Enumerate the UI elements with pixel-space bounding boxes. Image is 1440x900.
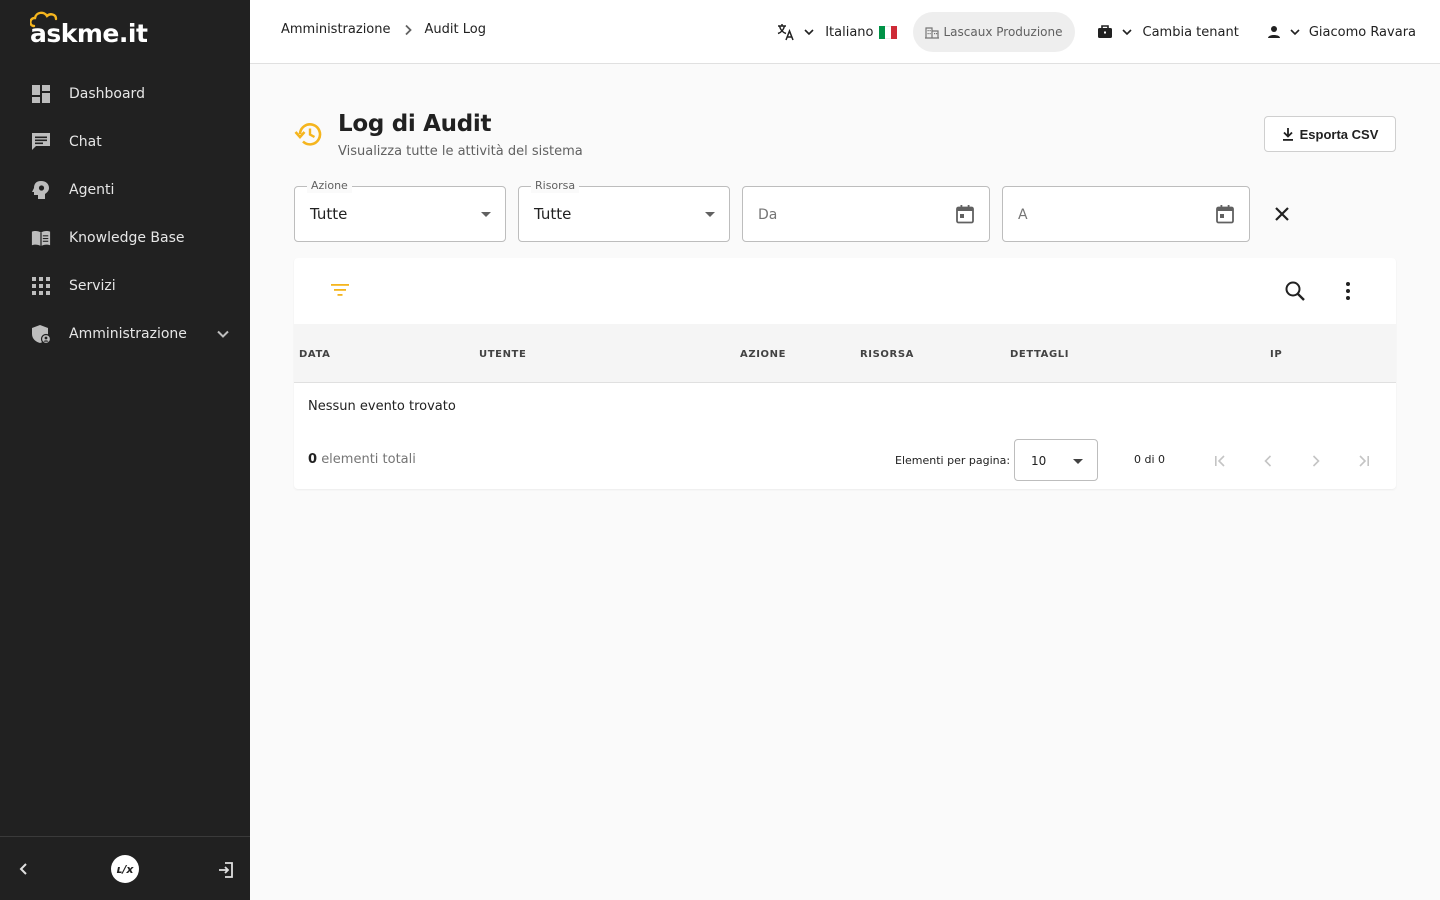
breadcrumb: Amministrazione Audit Log [281, 22, 486, 37]
sidebar-item-dashboard[interactable]: Dashboard [0, 70, 250, 118]
action-select-value: Tutte [310, 205, 348, 223]
sidebar-item-label: Servizi [69, 278, 116, 294]
translate-icon [777, 23, 795, 41]
chevron-down-icon[interactable] [216, 326, 230, 345]
italy-flag-icon [878, 25, 897, 39]
topbar-actions: Italiano Lascaux Produzione Cambia tenan… [777, 12, 1416, 52]
chevron-right-icon [403, 24, 413, 36]
sidebar-item-label: Chat [69, 134, 102, 150]
table-header: DATA UTENTE AZIONE RISORSA DETTAGLI IP [294, 324, 1396, 383]
dropdown-arrow-icon [705, 212, 715, 217]
collapse-sidebar-icon[interactable] [16, 861, 32, 881]
page-range: 0 di 0 [1134, 453, 1166, 466]
page-subtitle: Visualizza tutte le attività del sistema [338, 144, 583, 159]
resource-select[interactable]: Risorsa Tutte [518, 179, 730, 242]
last-page-icon[interactable] [1352, 449, 1376, 473]
dropdown-arrow-icon [481, 212, 491, 217]
sidebar: askme.it Dashboard Chat Agenti Knowledge… [0, 0, 250, 900]
items-per-page-select[interactable]: 10 [1014, 439, 1098, 481]
agent-icon [31, 180, 51, 200]
more-vertical-icon[interactable] [1338, 280, 1358, 306]
sidebar-item-label: Amministrazione [69, 326, 187, 342]
date-to-input[interactable]: A [1002, 186, 1250, 242]
dropdown-arrow-icon [1073, 459, 1083, 464]
calendar-icon[interactable] [955, 204, 975, 228]
page-header: Log di Audit Visualizza tutte le attivit… [294, 108, 1396, 168]
sidebar-item-knowledge-base[interactable]: Knowledge Base [0, 214, 250, 262]
chevron-down-icon [1121, 26, 1133, 38]
column-header-utente[interactable]: UTENTE [479, 349, 526, 360]
sidebar-footer: ʟ/x [0, 836, 250, 900]
audit-table-card: DATA UTENTE AZIONE RISORSA DETTAGLI IP N… [294, 258, 1396, 489]
person-icon [1267, 25, 1281, 39]
sidebar-nav: Dashboard Chat Agenti Knowledge Base Ser… [0, 70, 250, 358]
items-per-page-label: Elementi per pagina: [895, 454, 1011, 467]
sidebar-item-agenti[interactable]: Agenti [0, 166, 250, 214]
apps-grid-icon [31, 276, 51, 296]
action-select[interactable]: Azione Tutte [294, 179, 506, 242]
top-bar: Amministrazione Audit Log Italiano Lasca… [250, 0, 1440, 64]
sidebar-item-label: Dashboard [69, 86, 145, 102]
items-per-page-value: 10 [1031, 454, 1047, 468]
logout-icon[interactable] [217, 861, 235, 883]
download-icon [1282, 127, 1294, 141]
clear-filters-icon[interactable] [1270, 202, 1294, 226]
action-select-label: Azione [307, 179, 352, 193]
table-toolbar [294, 258, 1396, 324]
date-from-placeholder: Da [758, 207, 778, 223]
total-count: 0 elementi totali [308, 452, 416, 467]
export-csv-label: Esporta CSV [1299, 126, 1379, 142]
switch-tenant-label: Cambia tenant [1142, 24, 1239, 40]
breadcrumb-item-audit-log: Audit Log [424, 22, 486, 37]
total-count-label: elementi totali [321, 452, 416, 467]
next-page-icon[interactable] [1304, 449, 1328, 473]
column-header-azione[interactable]: AZIONE [740, 349, 786, 360]
filter-list-icon[interactable] [330, 282, 350, 302]
tenant-name: Lascaux Produzione [943, 25, 1063, 39]
company-logo: ʟ/x [111, 855, 139, 883]
admin-shield-icon [31, 324, 51, 344]
language-label: Italiano [825, 24, 874, 40]
book-icon [31, 228, 51, 248]
sidebar-item-amministrazione[interactable]: Amministrazione [0, 310, 250, 358]
sidebar-item-servizi[interactable]: Servizi [0, 262, 250, 310]
sidebar-item-label: Knowledge Base [69, 230, 185, 246]
history-icon [294, 120, 324, 152]
column-header-dettagli[interactable]: DETTAGLI [1010, 349, 1069, 360]
chevron-down-icon [1289, 26, 1301, 38]
resource-select-value: Tutte [534, 205, 572, 223]
switch-tenant-button[interactable]: Cambia tenant [1097, 24, 1239, 40]
cloud-logo-icon [30, 11, 58, 28]
briefcase-icon [1097, 24, 1113, 40]
sidebar-item-label: Agenti [69, 182, 115, 198]
date-from-input[interactable]: Da [742, 186, 990, 242]
search-icon[interactable] [1284, 280, 1306, 306]
page-title: Log di Audit [338, 111, 492, 137]
column-header-data[interactable]: DATA [299, 349, 330, 360]
column-header-risorsa[interactable]: RISORSA [860, 349, 914, 360]
column-header-ip[interactable]: IP [1270, 349, 1282, 360]
current-tenant-chip[interactable]: Lascaux Produzione [912, 12, 1075, 52]
app-logo[interactable]: askme.it [30, 11, 148, 46]
calendar-icon[interactable] [1215, 204, 1235, 228]
chat-icon [31, 132, 51, 152]
sidebar-item-chat[interactable]: Chat [0, 118, 250, 166]
empty-table-message: Nessun evento trovato [308, 399, 456, 414]
user-name: Giacomo Ravara [1308, 24, 1416, 40]
export-csv-button[interactable]: Esporta CSV [1264, 116, 1396, 152]
pagination: 0 elementi totali Elementi per pagina: 1… [294, 439, 1396, 481]
total-count-value: 0 [308, 452, 318, 467]
user-menu[interactable]: Giacomo Ravara [1267, 25, 1416, 40]
previous-page-icon[interactable] [1256, 449, 1280, 473]
language-selector[interactable]: Italiano [777, 23, 897, 41]
date-to-placeholder: A [1018, 207, 1028, 223]
filters-bar: Azione Tutte Risorsa Tutte Da A [294, 179, 1396, 242]
first-page-icon[interactable] [1208, 449, 1232, 473]
dashboard-icon [31, 84, 51, 104]
building-icon [924, 25, 939, 39]
breadcrumb-item-amministrazione[interactable]: Amministrazione [281, 22, 391, 37]
chevron-down-icon [803, 26, 815, 38]
resource-select-label: Risorsa [531, 179, 580, 193]
